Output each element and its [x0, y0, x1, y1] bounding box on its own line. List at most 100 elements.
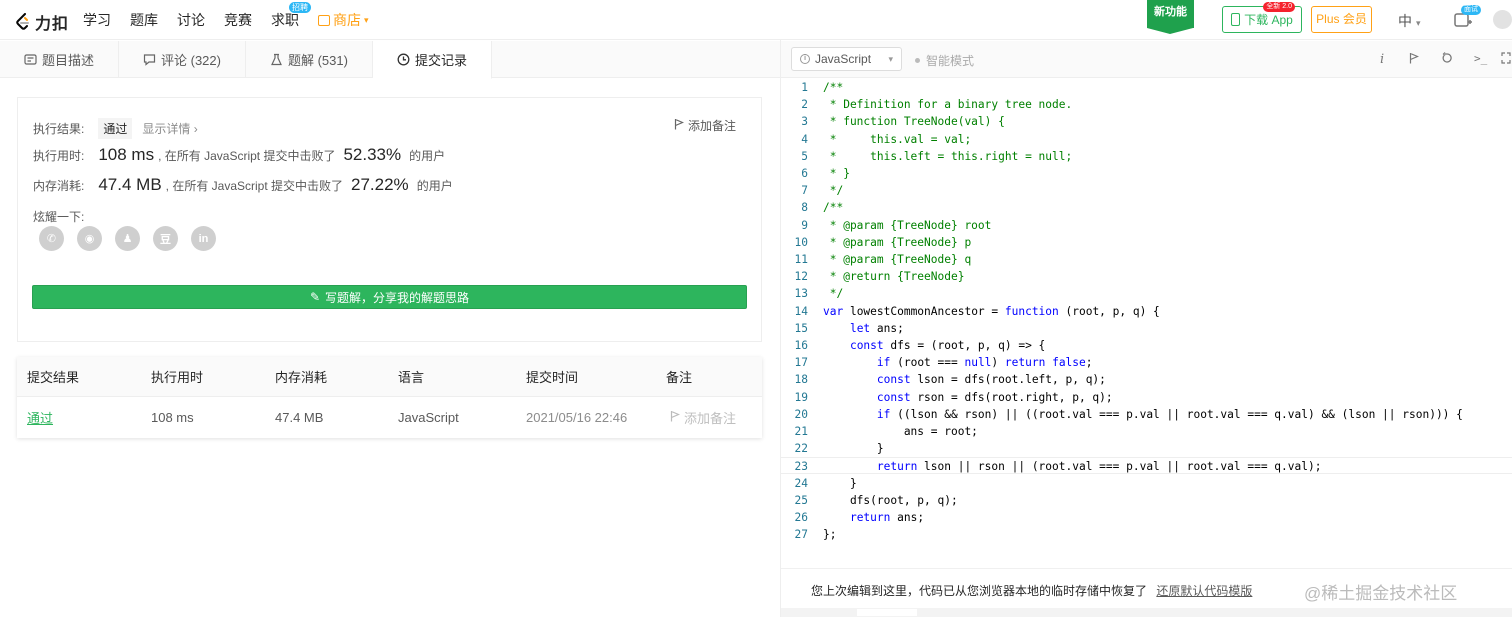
code-line[interactable]: 14 var lowestCommonAncestor = function (r…: [781, 303, 1512, 320]
code-line[interactable]: 2 * Definition for a binary tree node.: [781, 96, 1512, 113]
memory-percent: 27.22%: [351, 175, 409, 194]
code-line[interactable]: 4 * this.val = val;: [781, 131, 1512, 148]
row-add-note[interactable]: 添加备注: [670, 408, 736, 427]
console-icon[interactable]: >_: [1474, 52, 1487, 65]
code-line[interactable]: 21 ans = root;: [781, 423, 1512, 440]
download-app-button[interactable]: 下载 App 全新 2.0: [1222, 2, 1302, 33]
code-text: * @return {TreeNode}: [823, 270, 965, 284]
code-line[interactable]: 22 }: [781, 440, 1512, 457]
line-number: 26: [794, 511, 808, 524]
line-number: 13: [794, 287, 808, 301]
reset-icon[interactable]: [1441, 52, 1453, 67]
horizontal-scrollbar[interactable]: [781, 608, 1512, 617]
code-line[interactable]: 10 * @param {TreeNode} p: [781, 234, 1512, 251]
weibo-icon[interactable]: ◉: [77, 226, 102, 251]
line-number: 11: [794, 253, 808, 266]
write-solution-button[interactable]: ✎ 写题解，分享我的解题思路: [32, 285, 747, 309]
smart-mode-label: 智能模式: [926, 54, 975, 68]
code-text: dfs(root, p, q);: [823, 493, 958, 507]
tab-comments[interactable]: 评论 (322): [119, 41, 246, 78]
tab-description[interactable]: 题目描述: [0, 41, 120, 78]
show-detail-link[interactable]: 显示详情 ›: [142, 120, 197, 137]
code-line[interactable]: 9 * @param {TreeNode} root: [781, 217, 1512, 234]
editor-toolbar: i JavaScript ▾ 智能模式 i >_: [781, 41, 1512, 78]
nav-discuss[interactable]: 讨论: [177, 10, 205, 30]
nav-learn[interactable]: 学习: [83, 10, 111, 30]
line-number: 6: [801, 167, 808, 180]
runtime-value: 108 ms: [98, 145, 155, 164]
nav-problems[interactable]: 题库: [130, 10, 158, 30]
code-line[interactable]: 13 */: [781, 285, 1512, 302]
code-line[interactable]: 15 let ans;: [781, 320, 1512, 337]
row-add-note-label: 添加备注: [684, 410, 737, 426]
line-number: 17: [794, 356, 808, 370]
plus-member-button[interactable]: Plus 会员: [1311, 6, 1372, 33]
line-number: 21: [794, 425, 808, 438]
runtime-label: 执行用时:: [33, 149, 85, 163]
qq-icon[interactable]: ♟: [115, 226, 140, 251]
tab-submissions[interactable]: 提交记录: [372, 41, 492, 79]
code-line[interactable]: 24 }: [781, 475, 1512, 492]
new-feature-ribbon[interactable]: 新功能: [1147, 0, 1194, 34]
code-line[interactable]: 17 if (root === null) return false;: [781, 354, 1512, 371]
code-text: }: [823, 442, 884, 456]
flask-icon: [270, 53, 283, 66]
logo[interactable]: 力扣: [16, 10, 69, 34]
code-line[interactable]: 19 const rson = dfs(root.right, p, q);: [781, 389, 1512, 406]
add-note-button[interactable]: 添加备注: [674, 117, 736, 134]
top-nav: 力扣 学习 题库 讨论 竞赛 求职 招聘 商店 ▾ 新功能 下载 App 全新 2…: [0, 0, 1512, 40]
language-switch[interactable]: 中 ▾: [1398, 11, 1421, 31]
table-header: 提交结果 执行用时 内存消耗 语言 提交时间 备注: [17, 357, 762, 397]
code-line[interactable]: 27};: [781, 526, 1512, 543]
code-line[interactable]: 7 */: [781, 182, 1512, 199]
code-text: const rson = dfs(root.right, p, q);: [876, 390, 1113, 404]
code-line[interactable]: 3 * function TreeNode(val) {: [781, 113, 1512, 130]
language-label: 中: [1398, 13, 1412, 29]
row-language: JavaScript: [398, 409, 459, 425]
fullscreen-icon[interactable]: [1501, 52, 1511, 67]
code-line[interactable]: 23 return lson || rson || (root.val === …: [781, 457, 1512, 475]
linkedin-icon[interactable]: in: [191, 226, 216, 251]
tab-solutions[interactable]: 题解 (531): [246, 41, 373, 78]
code-text: ans = root;: [823, 425, 978, 438]
scrollbar-thumb[interactable]: [857, 609, 917, 616]
code-line[interactable]: 1 /**: [781, 79, 1512, 96]
code-line[interactable]: 26 return ans;: [781, 509, 1512, 526]
code-line[interactable]: 8 /**: [781, 199, 1512, 216]
wechat-icon[interactable]: ✆: [39, 226, 64, 251]
code-line[interactable]: 16 const dfs = (root, p, q) => {: [781, 337, 1512, 354]
code-line[interactable]: 20 if ((lson && rson) || ((root.val === …: [781, 406, 1512, 423]
watermark: @稀土掘金技术社区: [1304, 584, 1458, 603]
code-line[interactable]: 18 const lson = dfs(root.left, p, q);: [781, 371, 1512, 388]
douban-icon[interactable]: 豆: [153, 226, 178, 251]
line-number: 22: [794, 442, 808, 456]
logo-text: 力扣: [35, 16, 70, 33]
avatar[interactable]: [1493, 10, 1512, 29]
nav-store[interactable]: 商店 ▾: [318, 10, 369, 30]
code-line[interactable]: 5 * this.left = this.right = null;: [781, 148, 1512, 165]
smart-mode-toggle[interactable]: 智能模式: [915, 52, 974, 69]
line-number: 9: [801, 218, 808, 232]
row-status[interactable]: 通过: [27, 408, 53, 427]
code-editor[interactable]: 1 /** 2 * Definition for a binary tree nod…: [781, 78, 1512, 568]
header-time: 提交时间: [526, 370, 579, 385]
line-number: 12: [794, 270, 808, 284]
info-italic-icon[interactable]: i: [1380, 52, 1384, 67]
code-line[interactable]: 25 dfs(root, p, q);: [781, 492, 1512, 509]
restore-default-link[interactable]: 还原默认代码模版: [1156, 584, 1252, 598]
language-select[interactable]: i JavaScript ▾: [791, 47, 902, 71]
table-row[interactable]: 通过 108 ms 47.4 MB JavaScript 2021/05/16 …: [17, 397, 762, 437]
code-line[interactable]: 12 * @return {TreeNode}: [781, 268, 1512, 285]
app-new-badge: 全新 2.0: [1263, 2, 1295, 12]
flag-icon[interactable]: [1409, 52, 1420, 67]
code-text: let ans;: [849, 321, 904, 335]
nav-contest[interactable]: 竞赛: [224, 10, 252, 30]
status-dot-icon: [915, 58, 920, 63]
nav-jobs[interactable]: 求职 招聘: [271, 2, 311, 30]
code-line[interactable]: 6 * }: [781, 165, 1512, 182]
memory-users: 的用户: [416, 179, 453, 193]
code-line[interactable]: 11 * @param {TreeNode} q: [781, 251, 1512, 268]
code-text: * @param {TreeNode} root: [823, 218, 992, 232]
line-number: 16: [794, 339, 808, 352]
nav-store-label: 商店: [333, 12, 361, 28]
